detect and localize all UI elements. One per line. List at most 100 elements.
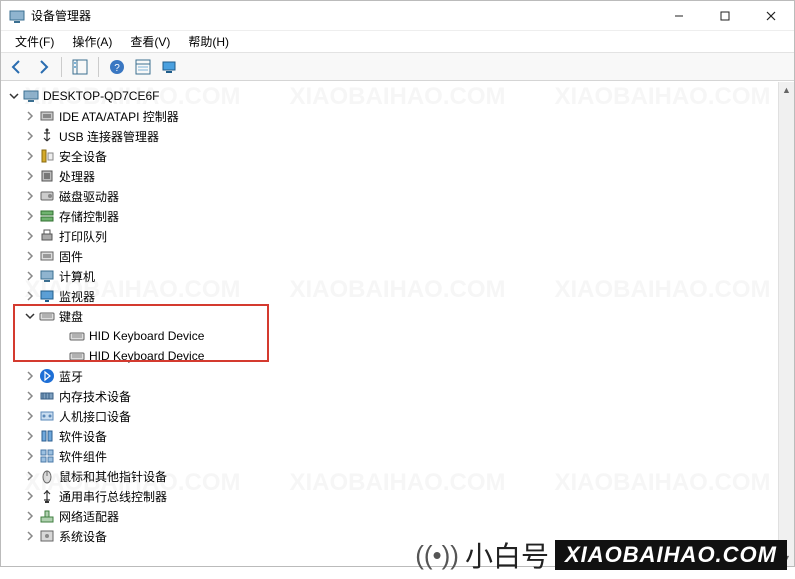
help-button[interactable]: ? [105, 55, 129, 79]
scroll-up-icon[interactable]: ▲ [779, 82, 794, 98]
tree-node-label: 网络适配器 [59, 508, 119, 525]
tree-node-label: 通用串行总线控制器 [59, 488, 167, 505]
security-icon [39, 148, 55, 164]
expand-icon[interactable] [23, 269, 37, 283]
expand-icon[interactable] [23, 469, 37, 483]
show-hide-tree-button[interactable] [68, 55, 92, 79]
tree-node-17[interactable]: 通用串行总线控制器 [1, 486, 778, 506]
expand-icon[interactable] [23, 149, 37, 163]
expand-icon[interactable] [23, 129, 37, 143]
back-button[interactable] [5, 55, 29, 79]
tree-node-5[interactable]: 存储控制器 [1, 206, 778, 226]
tree-node-label: USB 连接器管理器 [59, 128, 159, 145]
disk-icon [39, 188, 55, 204]
expand-icon[interactable] [23, 229, 37, 243]
tree-node-label: 固件 [59, 248, 83, 265]
tree-node-3[interactable]: 处理器 [1, 166, 778, 186]
tree-node-12[interactable]: 内存技术设备 [1, 386, 778, 406]
close-button[interactable] [748, 1, 794, 31]
memory-icon [39, 388, 55, 404]
expand-icon[interactable] [23, 109, 37, 123]
tree-node-2[interactable]: 安全设备 [1, 146, 778, 166]
softcomp-icon [39, 448, 55, 464]
tree-node-label: 蓝牙 [59, 368, 83, 385]
tree-node-15[interactable]: 软件组件 [1, 446, 778, 466]
tree-node-10-0[interactable]: HID Keyboard Device [1, 326, 778, 346]
expand-icon[interactable] [23, 209, 37, 223]
watermark-cn: 小白号 [465, 535, 549, 575]
expand-icon[interactable] [23, 429, 37, 443]
tree-node-6[interactable]: 打印队列 [1, 226, 778, 246]
keyboard-icon [69, 328, 85, 344]
toolbar: ? [1, 53, 794, 81]
tree-node-10[interactable]: 键盘 [1, 306, 778, 326]
tree-node-label: 软件组件 [59, 448, 107, 465]
minimize-button[interactable] [656, 1, 702, 31]
antenna-icon: ((•)) [415, 540, 459, 571]
tree-node-label: IDE ATA/ATAPI 控制器 [59, 108, 179, 125]
menu-file[interactable]: 文件(F) [7, 31, 62, 52]
cpu-icon [39, 168, 55, 184]
vertical-scrollbar[interactable]: ▲ ▼ [778, 82, 794, 566]
device-tree[interactable]: DESKTOP-QD7CE6F IDE ATA/ATAPI 控制器 USB 连接器管… [1, 82, 778, 566]
softdev-icon [39, 428, 55, 444]
computer_root-icon [23, 88, 39, 104]
properties-button[interactable] [131, 55, 155, 79]
usbctrl-icon [39, 488, 55, 504]
expand-icon[interactable] [23, 249, 37, 263]
tree-node-8[interactable]: 计算机 [1, 266, 778, 286]
bluetooth-icon [39, 368, 55, 384]
collapse-icon[interactable] [7, 89, 21, 103]
separator [61, 57, 62, 77]
firmware-icon [39, 248, 55, 264]
tree-node-label: 内存技术设备 [59, 388, 131, 405]
tree-node-16[interactable]: 鼠标和其他指针设备 [1, 466, 778, 486]
tree-node-label: 鼠标和其他指针设备 [59, 468, 167, 485]
forward-button[interactable] [31, 55, 55, 79]
mouse-icon [39, 468, 55, 484]
expand-icon[interactable] [23, 369, 37, 383]
tree-node-label: 人机接口设备 [59, 408, 131, 425]
scan-hardware-button[interactable] [157, 55, 181, 79]
storage-icon [39, 208, 55, 224]
content-area: DESKTOP-QD7CE6F IDE ATA/ATAPI 控制器 USB 连接器管… [1, 81, 794, 566]
menu-action[interactable]: 操作(A) [64, 31, 120, 52]
expand-icon[interactable] [23, 409, 37, 423]
expand-icon[interactable] [23, 389, 37, 403]
menu-view[interactable]: 查看(V) [122, 31, 178, 52]
tree-node-root[interactable]: DESKTOP-QD7CE6F [1, 86, 778, 106]
tree-node-13[interactable]: 人机接口设备 [1, 406, 778, 426]
tree-node-label: 存储控制器 [59, 208, 119, 225]
expand-icon[interactable] [23, 449, 37, 463]
tree-node-label: 计算机 [59, 268, 95, 285]
menu-help[interactable]: 帮助(H) [180, 31, 237, 52]
usb-icon [39, 128, 55, 144]
expand-icon[interactable] [23, 289, 37, 303]
maximize-button[interactable] [702, 1, 748, 31]
tree-node-label: HID Keyboard Device [89, 349, 204, 363]
tree-node-1[interactable]: USB 连接器管理器 [1, 126, 778, 146]
printer-icon [39, 228, 55, 244]
tree-node-7[interactable]: 固件 [1, 246, 778, 266]
tree-node-label: DESKTOP-QD7CE6F [43, 89, 159, 103]
tree-node-label: 安全设备 [59, 148, 107, 165]
tree-node-label: 键盘 [59, 308, 83, 325]
menubar: 文件(F) 操作(A) 查看(V) 帮助(H) [1, 31, 794, 53]
tree-node-9[interactable]: 监视器 [1, 286, 778, 306]
device-manager-window: 设备管理器 文件(F) 操作(A) 查看(V) 帮助(H) [0, 0, 795, 567]
keyboard-icon [69, 348, 85, 364]
expand-icon[interactable] [23, 509, 37, 523]
expand-icon[interactable] [23, 189, 37, 203]
tree-node-14[interactable]: 软件设备 [1, 426, 778, 446]
tree-node-4[interactable]: 磁盘驱动器 [1, 186, 778, 206]
collapse-icon[interactable] [23, 309, 37, 323]
expand-icon[interactable] [23, 169, 37, 183]
expand-icon[interactable] [23, 489, 37, 503]
tree-node-18[interactable]: 网络适配器 [1, 506, 778, 526]
tree-node-0[interactable]: IDE ATA/ATAPI 控制器 [1, 106, 778, 126]
tree-node-11[interactable]: 蓝牙 [1, 366, 778, 386]
expand-icon[interactable] [23, 529, 37, 543]
app-icon [9, 8, 25, 24]
tree-node-10-1[interactable]: HID Keyboard Device [1, 346, 778, 366]
network-icon [39, 508, 55, 524]
